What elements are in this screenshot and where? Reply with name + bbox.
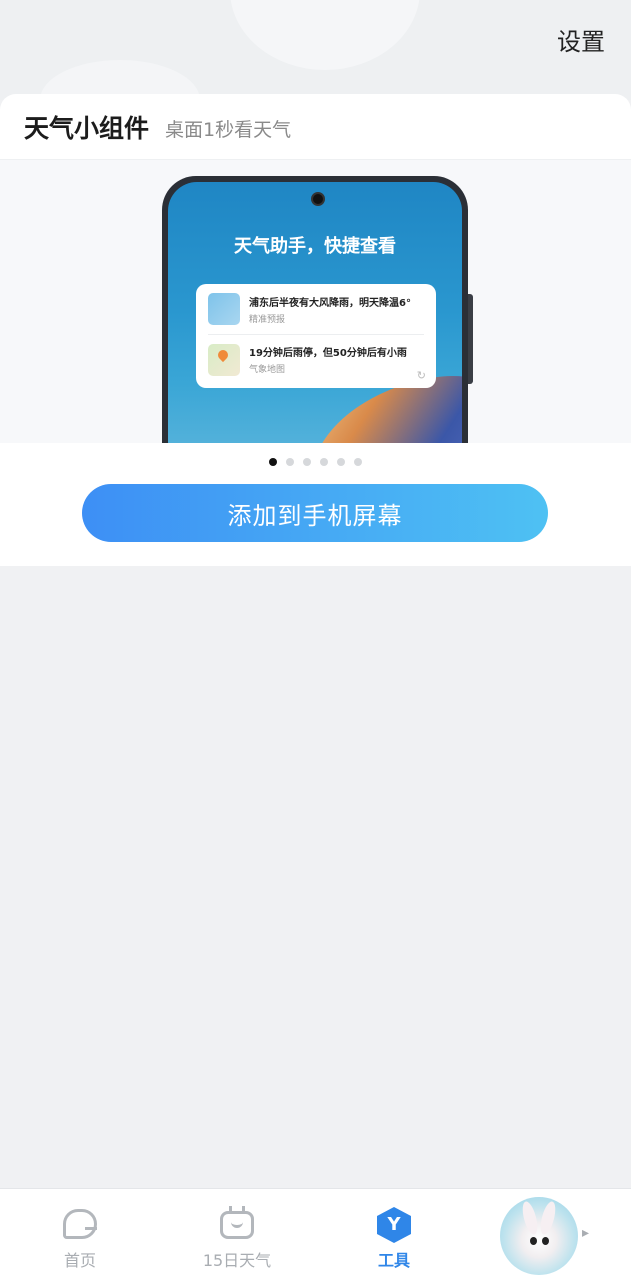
nav-label: 工具: [377, 1251, 410, 1270]
bottom-nav: 首页 15日天气 Y 工具 ▸: [0, 1188, 631, 1280]
decorative-bubble: [230, 0, 420, 70]
pager-dot[interactable]: [303, 458, 311, 466]
nav-item-15-day-weather[interactable]: 15日天气: [177, 1189, 297, 1280]
phone-mockup: 天气助手，快捷查看 浦东后半夜有大风降雨，明天降温6° 精准预报 19分钟后雨停…: [162, 176, 473, 443]
nav-label: 15日天气: [202, 1251, 272, 1270]
nav-item-tools[interactable]: Y 工具: [334, 1189, 454, 1280]
card-subtitle: 桌面1秒看天气: [165, 119, 292, 141]
map-thumbnail: [208, 343, 240, 376]
phone-side-button: [468, 294, 473, 384]
avatar[interactable]: [500, 1197, 578, 1275]
carousel-pager: [0, 458, 631, 466]
calendar-icon: [220, 1206, 254, 1239]
widget-preview-carousel[interactable]: 天气助手，快捷查看 浦东后半夜有大风降雨，明天降温6° 精准预报 19分钟后雨停…: [0, 160, 631, 443]
card-title: 天气小组件: [24, 113, 150, 143]
phone-screen: 天气助手，快捷查看 浦东后半夜有大风降雨，明天降温6° 精准预报 19分钟后雨停…: [168, 182, 462, 443]
refresh-icon: ↻: [416, 369, 426, 382]
rain-thumbnail: [208, 293, 240, 325]
widget-row: 19分钟后雨停，但50分钟后有小雨 气象地图: [208, 334, 424, 384]
pager-dot[interactable]: [286, 458, 294, 466]
chevron-right-icon[interactable]: ▸: [582, 1225, 589, 1241]
home-icon: [63, 1209, 97, 1239]
widget-row-main: 19分钟后雨停，但50分钟后有小雨: [249, 348, 407, 359]
pager-dot[interactable]: [320, 458, 328, 466]
widget-card: 天气小组件 桌面1秒看天气 天气助手，快捷查看 浦东后半夜有大风降雨，明天降温6…: [0, 94, 631, 566]
widget-row-sub: 精准预报: [249, 314, 286, 325]
pager-dot[interactable]: [354, 458, 362, 466]
add-to-home-screen-button[interactable]: 添加到手机屏幕: [82, 484, 548, 542]
nav-item-home[interactable]: 首页: [20, 1189, 140, 1280]
top-header: 设置: [0, 0, 631, 100]
camera-icon: [311, 192, 325, 206]
tools-icon: Y: [377, 1207, 411, 1243]
card-header: 天气小组件 桌面1秒看天气: [0, 94, 631, 160]
nav-label: 首页: [63, 1251, 96, 1270]
weather-widget: 浦东后半夜有大风降雨，明天降温6° 精准预报 19分钟后雨停，但50分钟后有小雨…: [196, 284, 436, 388]
widget-row-sub: 气象地图: [249, 365, 286, 375]
widget-row-main: 浦东后半夜有大风降雨，明天降温6°: [249, 297, 411, 309]
widget-row: 浦东后半夜有大风降雨，明天降温6° 精准预报: [208, 284, 424, 334]
pager-dot[interactable]: [269, 458, 277, 466]
screen-title: 天气助手，快捷查看: [234, 236, 396, 257]
settings-button[interactable]: 设置: [557, 22, 605, 57]
pager-dot[interactable]: [337, 458, 345, 466]
